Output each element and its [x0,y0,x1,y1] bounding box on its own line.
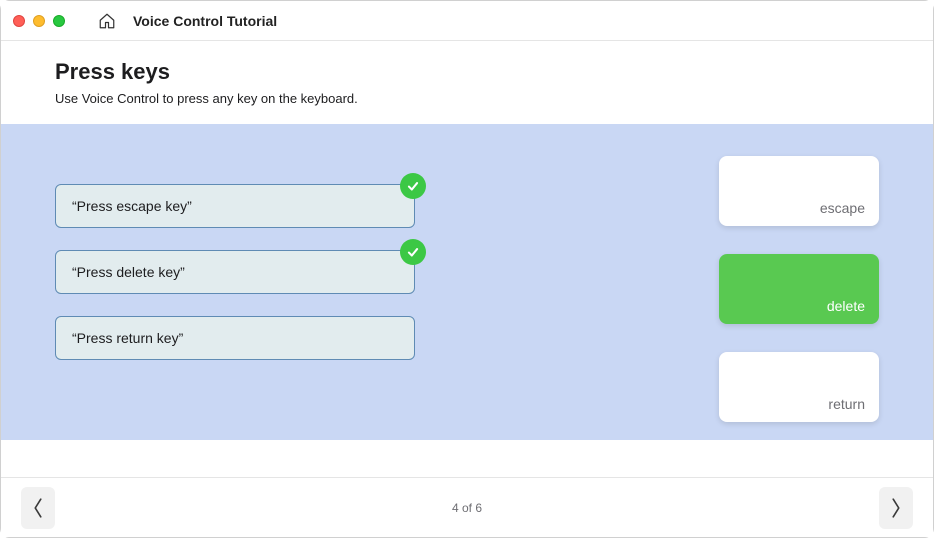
key-label: delete [827,298,865,314]
page-subheading: Use Voice Control to press any key on th… [55,91,879,106]
key-tiles: escape delete return [719,156,879,422]
home-icon[interactable] [97,11,117,31]
key-tile-delete: delete [719,254,879,324]
page-header: Press keys Use Voice Control to press an… [1,41,933,124]
check-icon [400,173,426,199]
key-label: escape [820,200,865,216]
previous-button[interactable] [21,487,55,529]
fullscreen-window-button[interactable] [53,15,65,27]
voice-command-delete: “Press delete key” [55,250,415,294]
page-indicator: 4 of 6 [452,501,482,515]
voice-command-escape: “Press escape key” [55,184,415,228]
content-area: “Press escape key” “Press delete key” “P… [1,124,933,440]
key-tile-return: return [719,352,879,422]
key-tile-escape: escape [719,156,879,226]
close-window-button[interactable] [13,15,25,27]
key-label: return [828,396,865,412]
page-heading: Press keys [55,59,879,85]
titlebar: Voice Control Tutorial [1,1,933,41]
next-button[interactable] [879,487,913,529]
voice-command-label: “Press return key” [72,330,183,346]
footer: 4 of 6 [1,477,933,537]
voice-commands-list: “Press escape key” “Press delete key” “P… [55,156,415,360]
voice-command-label: “Press delete key” [72,264,185,280]
traffic-lights [13,15,65,27]
minimize-window-button[interactable] [33,15,45,27]
voice-command-return: “Press return key” [55,316,415,360]
voice-command-label: “Press escape key” [72,198,192,214]
window-title: Voice Control Tutorial [133,13,277,29]
check-icon [400,239,426,265]
